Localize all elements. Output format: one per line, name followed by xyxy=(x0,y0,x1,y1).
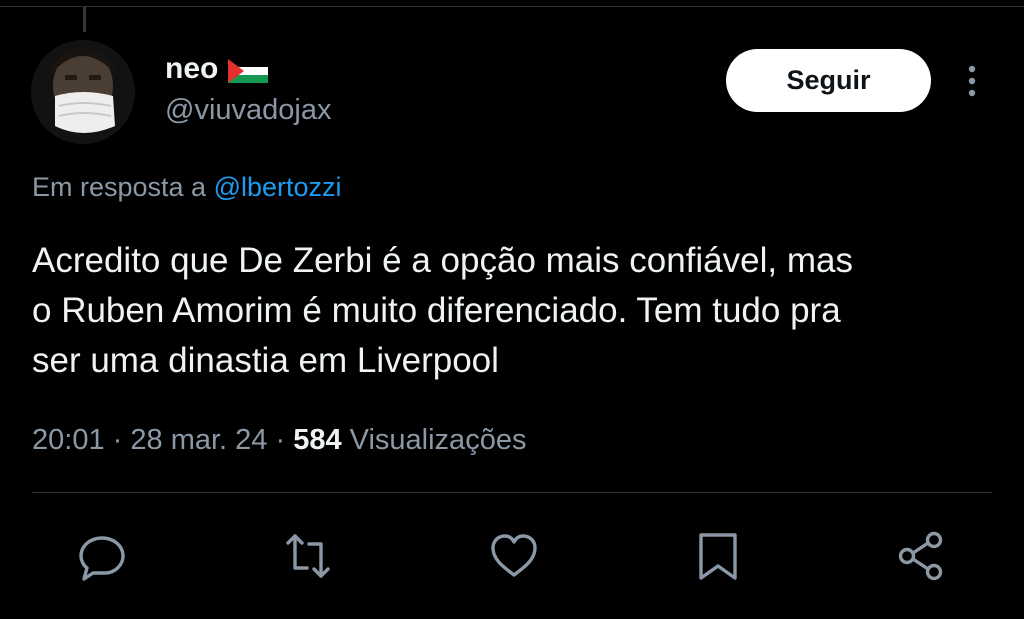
meta-separator: · xyxy=(112,424,123,456)
tweet-date[interactable]: 28 mar. 24 xyxy=(130,424,267,456)
palestine-flag-icon xyxy=(228,57,269,83)
tweet-text-line: ser uma dinastia em Liverpool xyxy=(32,341,499,380)
display-name-text: neo xyxy=(165,52,219,85)
tweet-time[interactable]: 20:01 xyxy=(32,424,105,456)
tweet-meta: 20:01 · 28 mar. 24 · 584 Visualizações xyxy=(32,424,526,457)
reply-mention-link[interactable]: @lbertozzi xyxy=(214,172,342,202)
retweet-icon[interactable] xyxy=(282,530,334,582)
views-count[interactable]: 584 xyxy=(293,424,341,456)
avatar-image xyxy=(31,40,135,144)
handle[interactable]: @viuvadojax xyxy=(165,94,331,127)
tweet-text-line: Acredito que De Zerbi é a opção mais con… xyxy=(32,241,853,280)
more-options-icon[interactable] xyxy=(962,62,982,102)
reply-prefix: Em resposta a xyxy=(32,172,207,202)
reply-context: Em resposta a @lbertozzi xyxy=(32,172,342,203)
bookmark-icon[interactable] xyxy=(692,530,744,582)
tweet-text-line: o Ruben Amorim é muito diferenciado. Tem… xyxy=(32,291,841,330)
tweet-text: Acredito que De Zerbi é a opção mais con… xyxy=(32,236,992,386)
top-border xyxy=(0,6,1024,7)
views-label[interactable]: Visualizações xyxy=(350,424,527,456)
follow-button[interactable]: Seguir xyxy=(726,49,931,112)
meta-separator: · xyxy=(275,424,286,456)
reply-icon[interactable] xyxy=(76,530,128,582)
display-name[interactable]: neo xyxy=(165,52,269,86)
share-icon[interactable] xyxy=(896,530,948,582)
like-icon[interactable] xyxy=(488,530,540,582)
divider xyxy=(32,492,992,493)
avatar[interactable] xyxy=(31,40,135,144)
thread-line xyxy=(83,6,86,32)
